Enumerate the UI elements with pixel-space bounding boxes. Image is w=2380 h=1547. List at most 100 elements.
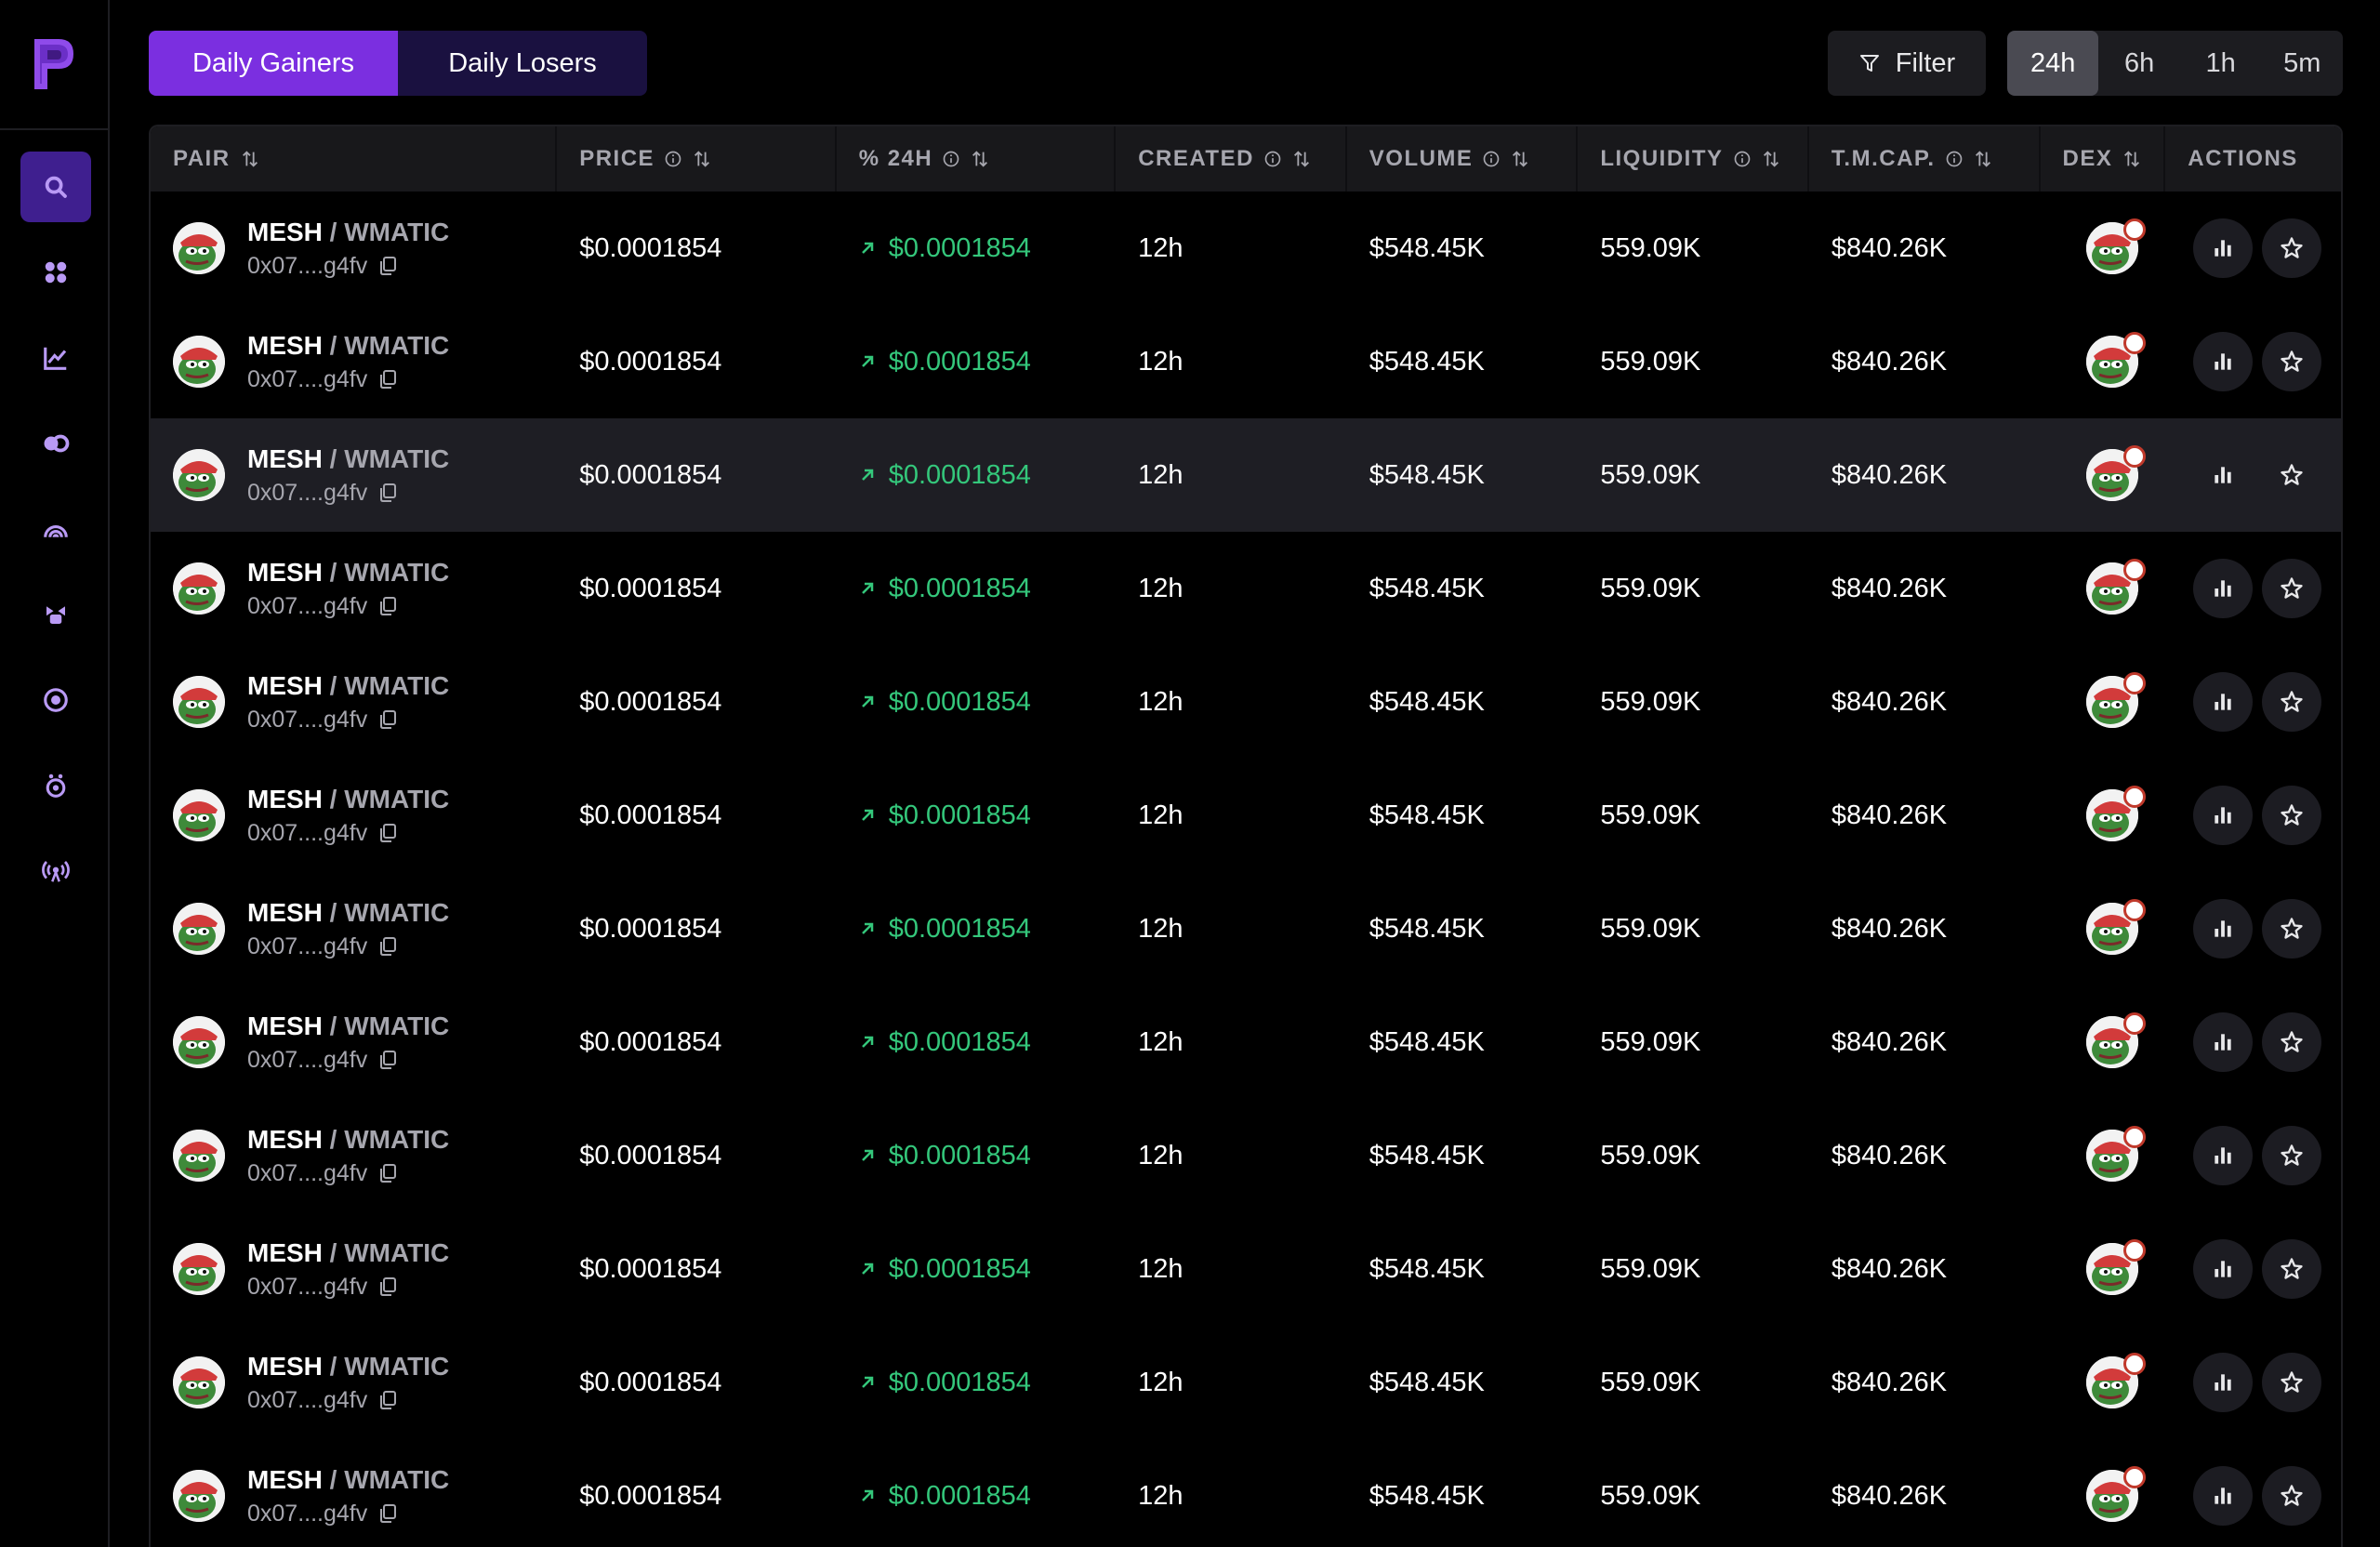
column-change-24h[interactable]: % 24H <box>837 126 1117 192</box>
dex-logo[interactable] <box>2086 1239 2147 1295</box>
table-row[interactable]: MESH / WMATIC 0x07....g4fv $0.0001854 $0… <box>151 1099 2341 1212</box>
pair-name[interactable]: MESH / WMATIC <box>247 1125 449 1155</box>
pair-name[interactable]: MESH / WMATIC <box>247 1352 449 1382</box>
copy-icon[interactable] <box>378 1390 397 1410</box>
dex-logo[interactable] <box>2086 332 2147 388</box>
column-volume[interactable]: VOLUME <box>1347 126 1579 192</box>
column-pair[interactable]: PAIR <box>151 126 558 192</box>
chart-button[interactable] <box>2193 1353 2254 1412</box>
copy-icon[interactable] <box>378 483 397 503</box>
dex-logo[interactable] <box>2086 1126 2147 1182</box>
timeframe-5m[interactable]: 5m <box>2261 31 2343 96</box>
copy-icon[interactable] <box>378 256 397 276</box>
chart-button[interactable] <box>2193 559 2254 618</box>
nav-apps[interactable] <box>20 237 91 308</box>
copy-icon[interactable] <box>378 709 397 730</box>
favorite-button[interactable] <box>2262 672 2322 732</box>
pair-name[interactable]: MESH / WMATIC <box>247 1012 449 1041</box>
arrow-up-right-icon <box>861 1036 873 1048</box>
chart-button[interactable] <box>2193 672 2254 732</box>
dex-logo[interactable] <box>2086 786 2147 841</box>
table-row[interactable]: MESH / WMATIC 0x07....g4fv $0.0001854 $0… <box>151 645 2341 759</box>
favorite-button[interactable] <box>2262 332 2322 391</box>
nav-search[interactable] <box>20 152 91 222</box>
chart-button[interactable] <box>2193 332 2254 391</box>
filter-button[interactable]: Filter <box>1828 31 1986 96</box>
copy-icon[interactable] <box>378 1276 397 1297</box>
chart-button[interactable] <box>2193 1239 2254 1299</box>
nav-rainbow[interactable] <box>20 494 91 564</box>
table-row[interactable]: MESH / WMATIC 0x07....g4fv $0.0001854 $0… <box>151 305 2341 418</box>
pair-name[interactable]: MESH / WMATIC <box>247 1465 449 1495</box>
nav-rewards[interactable] <box>20 579 91 650</box>
favorite-button[interactable] <box>2262 899 2322 959</box>
copy-icon[interactable] <box>378 1163 397 1183</box>
created-cell: 12h <box>1138 1253 1183 1284</box>
chart-button[interactable] <box>2193 1466 2254 1526</box>
timeframe-24h[interactable]: 24h <box>2007 31 2099 96</box>
dex-logo[interactable] <box>2086 218 2147 274</box>
chart-button[interactable] <box>2193 786 2254 845</box>
pair-name[interactable]: MESH / WMATIC <box>247 1238 449 1268</box>
chart-button[interactable] <box>2193 899 2254 959</box>
column-dex[interactable]: DEX <box>2041 126 2166 192</box>
dex-logo[interactable] <box>2086 1466 2147 1522</box>
column-price[interactable]: PRICE <box>557 126 837 192</box>
column-mcap[interactable]: T.M.CAP. <box>1809 126 2041 192</box>
tab-daily-gainers[interactable]: Daily Gainers <box>149 31 398 96</box>
timeframe-1h[interactable]: 1h <box>2180 31 2262 96</box>
favorite-button[interactable] <box>2262 559 2322 618</box>
brand-logo[interactable] <box>0 0 110 130</box>
table-row[interactable]: MESH / WMATIC 0x07....g4fv $0.0001854 $0… <box>151 872 2341 985</box>
tab-daily-losers[interactable]: Daily Losers <box>398 31 647 96</box>
chart-button[interactable] <box>2193 1126 2254 1185</box>
pair-name[interactable]: MESH / WMATIC <box>247 898 449 928</box>
copy-icon[interactable] <box>378 1050 397 1070</box>
dex-logo[interactable] <box>2086 1012 2147 1068</box>
nav-swap[interactable] <box>20 408 91 479</box>
dex-logo[interactable] <box>2086 899 2147 955</box>
nav-target[interactable] <box>20 665 91 735</box>
pair-name[interactable]: MESH / WMATIC <box>247 444 449 474</box>
table-row[interactable]: MESH / WMATIC 0x07....g4fv $0.0001854 $0… <box>151 532 2341 645</box>
copy-icon[interactable] <box>378 823 397 843</box>
pair-name[interactable]: MESH / WMATIC <box>247 785 449 814</box>
pair-name[interactable]: MESH / WMATIC <box>247 331 449 361</box>
volume-cell: $548.45K <box>1368 573 1485 603</box>
chart-button[interactable] <box>2193 1012 2254 1072</box>
timeframe-6h[interactable]: 6h <box>2098 31 2180 96</box>
column-created[interactable]: CREATED <box>1116 126 1347 192</box>
table-row[interactable]: MESH / WMATIC 0x07....g4fv $0.0001854 $0… <box>151 985 2341 1099</box>
pair-name[interactable]: MESH / WMATIC <box>247 558 449 588</box>
copy-icon[interactable] <box>378 369 397 390</box>
chart-button[interactable] <box>2193 445 2253 505</box>
copy-icon[interactable] <box>378 936 397 957</box>
table-row[interactable]: MESH / WMATIC 0x07....g4fv $0.0001854 $0… <box>151 192 2341 305</box>
table-row[interactable]: MESH / WMATIC 0x07....g4fv $0.0001854 $0… <box>151 759 2341 872</box>
favorite-button[interactable] <box>2262 1466 2322 1526</box>
dex-logo[interactable] <box>2086 1353 2147 1408</box>
favorite-button[interactable] <box>2262 1012 2322 1072</box>
favorite-button[interactable] <box>2262 1239 2322 1299</box>
table-row[interactable]: MESH / WMATIC 0x07....g4fv $0.0001854 $0… <box>151 1439 2341 1547</box>
chart-button[interactable] <box>2193 218 2254 278</box>
copy-icon[interactable] <box>378 1503 397 1524</box>
favorite-button[interactable] <box>2262 1126 2322 1185</box>
dex-logo[interactable] <box>2086 445 2147 501</box>
nav-charts[interactable] <box>20 323 91 393</box>
favorite-button[interactable] <box>2262 1353 2322 1412</box>
dex-logo[interactable] <box>2086 559 2147 615</box>
nav-timer[interactable] <box>20 750 91 821</box>
favorite-button[interactable] <box>2262 218 2322 278</box>
table-row[interactable]: MESH / WMATIC 0x07....g4fv $0.0001854 $0… <box>151 418 2341 532</box>
nav-broadcast[interactable] <box>20 836 91 906</box>
table-row[interactable]: MESH / WMATIC 0x07....g4fv $0.0001854 $0… <box>151 1212 2341 1326</box>
dex-logo[interactable] <box>2086 672 2147 728</box>
copy-icon[interactable] <box>378 596 397 616</box>
table-row[interactable]: MESH / WMATIC 0x07....g4fv $0.0001854 $0… <box>151 1326 2341 1439</box>
favorite-button[interactable] <box>2262 786 2322 845</box>
pair-name[interactable]: MESH / WMATIC <box>247 218 449 247</box>
column-liquidity[interactable]: LIQUIDITY <box>1578 126 1809 192</box>
pair-name[interactable]: MESH / WMATIC <box>247 671 449 701</box>
favorite-button[interactable] <box>2262 445 2321 505</box>
